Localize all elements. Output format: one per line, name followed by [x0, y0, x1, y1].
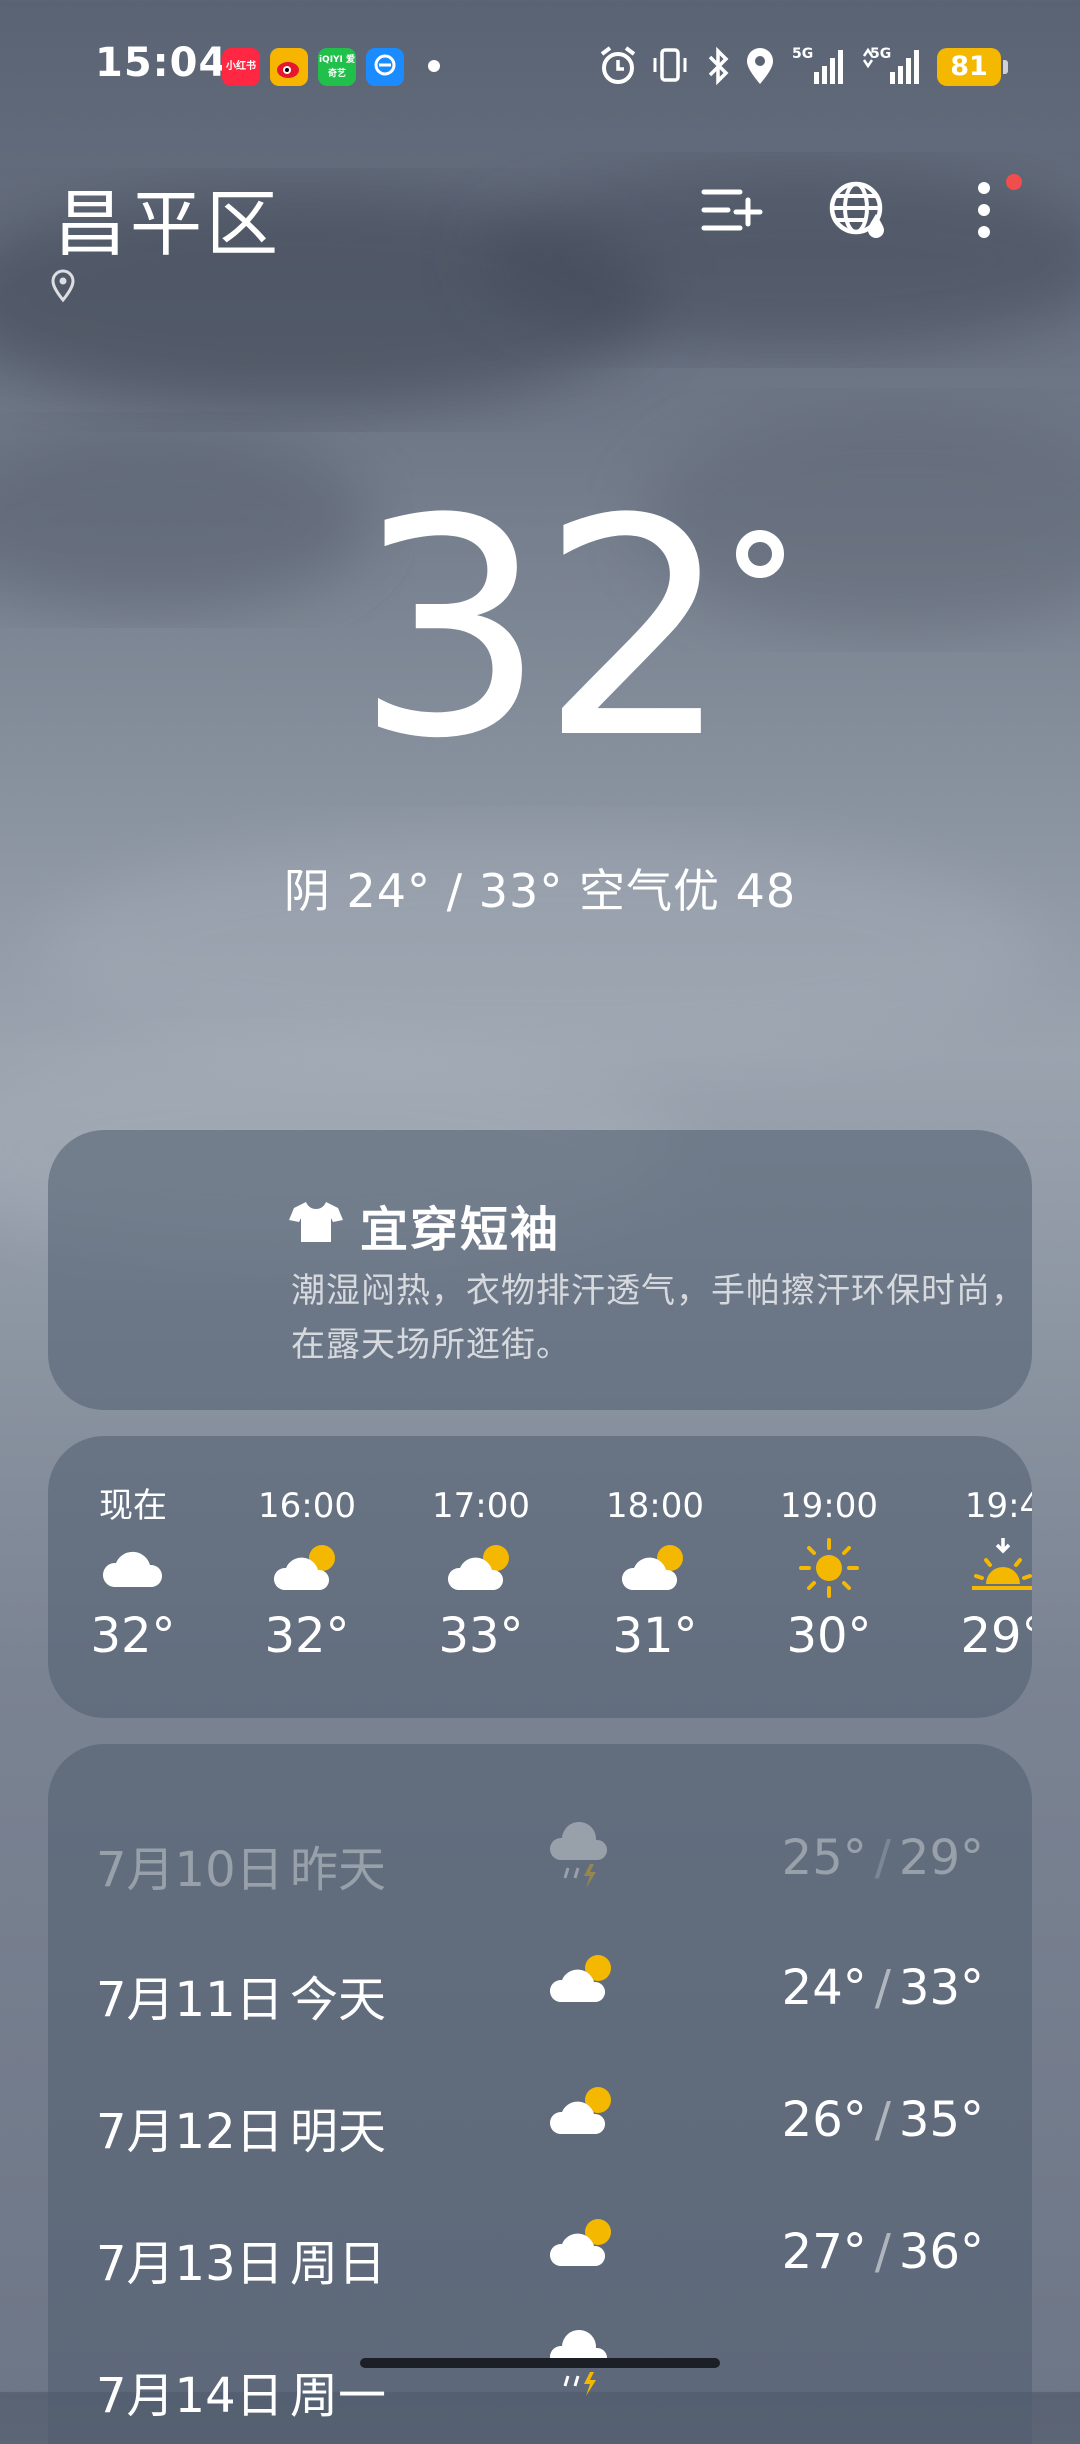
city-name[interactable]: 昌平区 — [54, 165, 282, 270]
day-date: 7月13日 — [96, 2236, 284, 2292]
weibo-app-icon — [270, 48, 308, 86]
day-label: 今天 — [290, 1972, 387, 2028]
weather-map-button[interactable] — [818, 170, 898, 250]
home-indicator[interactable] — [360, 2358, 720, 2368]
hourly-item: 18:00 31° — [606, 1486, 704, 1664]
daily-row-today[interactable]: 7月11日 今天 24°/33° — [48, 1936, 1032, 2036]
sunny-icon — [799, 1538, 859, 1598]
status-bar: 15:04 小红书 iQIYI 爱奇艺 5G 5G 81 — [0, 0, 1080, 130]
partly-cloudy-icon — [447, 1545, 509, 1590]
alarm-icon — [600, 46, 636, 84]
hourly-item: 19:00 30° — [780, 1486, 878, 1664]
partly-cloudy-icon — [549, 1955, 611, 2002]
daily-forecast-card[interactable]: 7月10日 昨天 25°/29° 7月11日 今天 24°/33° 7月12日 … — [48, 1744, 1032, 2444]
partly-cloudy-icon — [621, 1545, 683, 1590]
day-temp-range: 27°/36° — [781, 2224, 984, 2280]
current-location-icon — [51, 269, 75, 302]
clothing-advice-card[interactable]: 宜穿短袖 潮湿闷热，衣物排汗透气，手帕擦汗环保时尚，在露天场所逛街。 — [48, 1130, 1032, 1410]
cloudy-icon — [102, 1551, 163, 1587]
day-date: 7月14日 — [96, 2368, 284, 2424]
battery-indicator: 81 — [937, 48, 1008, 86]
hourly-forecast-card[interactable]: 现在 32° 16:00 32° 17:00 33° 18:00 31° 19:… — [48, 1436, 1032, 1718]
status-time: 15:04 — [95, 40, 228, 86]
day-date: 7月12日 — [96, 2104, 284, 2160]
daily-row-yesterday[interactable]: 7月10日 昨天 25°/29° — [48, 1806, 1032, 1906]
partly-cloudy-icon — [549, 2087, 611, 2134]
daily-row-sunday[interactable]: 7月13日 周日 27°/36° — [48, 2200, 1032, 2300]
advice-text: 潮湿闷热，衣物排汗透气，手帕擦汗环保时尚，在露天场所逛街。 — [291, 1271, 1026, 1365]
day-label: 周日 — [290, 2236, 387, 2292]
notification-badge — [1006, 174, 1022, 190]
day-temp-range: 24°/33° — [781, 1960, 984, 2016]
globe-rain-icon — [829, 181, 884, 238]
thunderstorm-icon — [549, 1821, 608, 1888]
hourly-item: 19:4 29° — [928, 1484, 1032, 1664]
notification-more-dot — [428, 60, 440, 72]
tshirt-icon — [289, 1202, 343, 1242]
day-temp-range: 25°/29° — [781, 1830, 984, 1886]
day-date: 7月10日 — [96, 1842, 284, 1898]
day-label: 昨天 — [290, 1842, 387, 1898]
cellular-signal-1-icon — [814, 50, 843, 84]
hourly-item: 16:00 32° — [258, 1486, 356, 1664]
hourly-item: 现在 32° — [90, 1486, 176, 1664]
advice-title: 宜穿短袖 — [360, 1202, 561, 1258]
eleme-app-icon — [366, 48, 404, 86]
list-add-icon — [701, 189, 763, 231]
day-label: 明天 — [290, 2104, 387, 2160]
hourly-item: 17:00 33° — [432, 1486, 530, 1664]
location-icon — [747, 48, 773, 84]
daily-row-monday[interactable]: 7月14日 周一 — [48, 2329, 1032, 2432]
iqiyi-app-icon: iQIYI 爱奇艺 — [318, 48, 356, 86]
day-temp-range: 26°/35° — [781, 2092, 984, 2148]
current-temperature: 32 — [0, 470, 1080, 790]
vibrate-icon — [653, 48, 687, 82]
sunset-icon — [972, 1538, 1032, 1590]
bluetooth-icon — [708, 46, 729, 86]
degree-symbol — [736, 530, 784, 578]
partly-cloudy-icon — [549, 2219, 611, 2266]
partly-cloudy-icon — [273, 1545, 335, 1590]
xiaohongshu-app-icon: 小红书 — [222, 48, 260, 86]
weather-summary[interactable]: 阴 24° / 33° 空气优 48 — [0, 855, 1080, 921]
cellular-signal-2-icon — [862, 47, 919, 84]
manage-cities-button[interactable] — [692, 170, 772, 250]
daily-row-tomorrow[interactable]: 7月12日 明天 26°/35° — [48, 2068, 1032, 2168]
day-date: 7月11日 — [96, 1972, 284, 2028]
more-vertical-icon — [978, 182, 990, 238]
